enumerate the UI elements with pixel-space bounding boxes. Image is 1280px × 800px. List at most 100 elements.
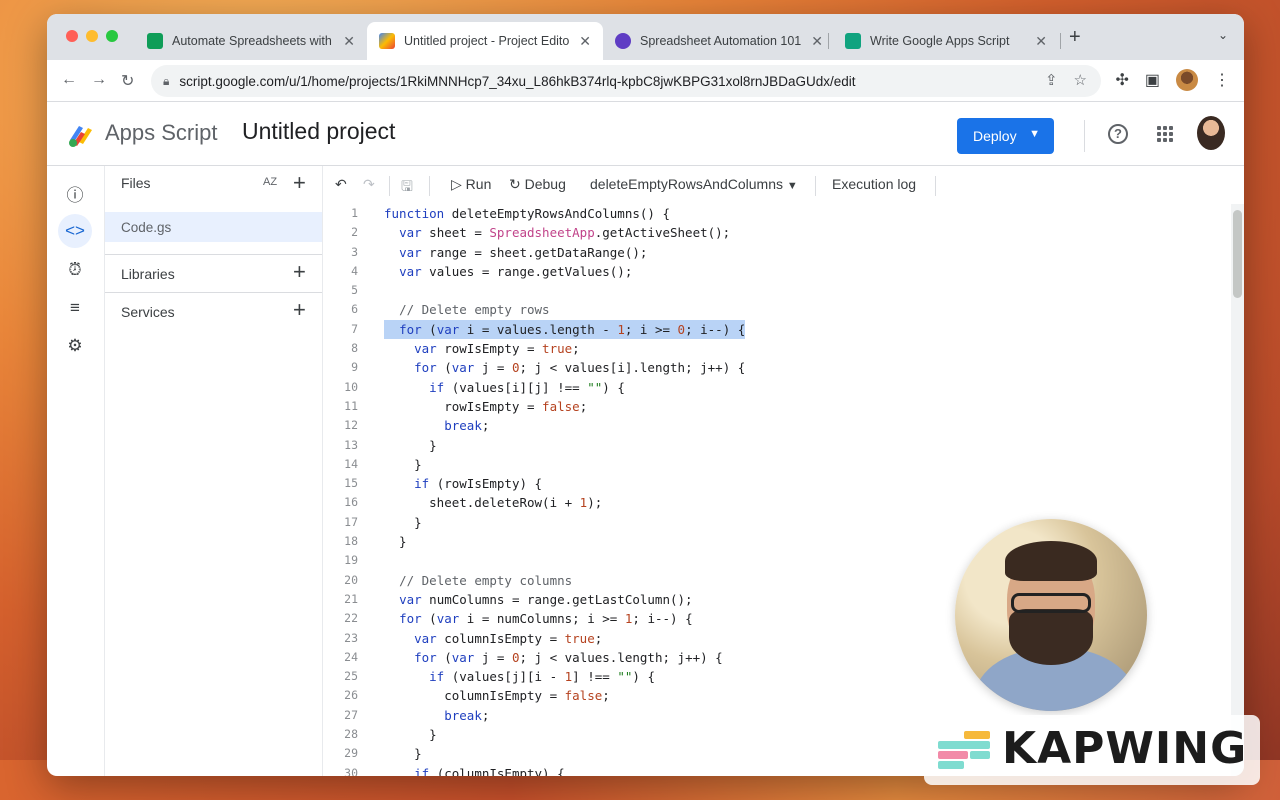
- browser-tab-automate[interactable]: Automate Spreadsheets with C ✕: [135, 22, 367, 60]
- line-number: 5: [351, 283, 358, 298]
- settings-gear-icon[interactable]: ⚙: [58, 329, 92, 363]
- editor-toolbar: ↶ ↷ 🖫︎ ▷ Run ↻ Debug deleteEmptyRowsAndC…: [323, 166, 1244, 204]
- maximize-window-button[interactable]: [106, 30, 118, 42]
- code-text[interactable]: break;: [384, 706, 489, 725]
- triggers-alarm-icon[interactable]: ⏰︎: [58, 253, 92, 287]
- code-line[interactable]: 5: [323, 281, 1231, 300]
- browser-tab-project-editor[interactable]: Untitled project - Project Edito ✕: [367, 22, 603, 60]
- code-line[interactable]: 3 var range = sheet.getDataRange();: [323, 243, 1231, 262]
- code-text[interactable]: var range = sheet.getDataRange();: [384, 243, 647, 262]
- add-library-icon[interactable]: +: [293, 259, 306, 285]
- code-line[interactable]: 14 }: [323, 455, 1231, 474]
- undo-icon[interactable]: ↶: [335, 176, 347, 193]
- close-tab-icon[interactable]: ✕: [343, 33, 355, 50]
- code-text[interactable]: }: [384, 744, 422, 763]
- code-line[interactable]: 13 }: [323, 436, 1231, 455]
- line-number: 19: [344, 553, 358, 568]
- code-text[interactable]: sheet.deleteRow(i + 1);: [384, 493, 602, 512]
- code-text[interactable]: if (values[i][j] !== "") {: [384, 378, 625, 397]
- extensions-puzzle-icon[interactable]: ✣: [1115, 70, 1128, 90]
- code-text[interactable]: }: [384, 725, 437, 744]
- add-file-icon[interactable]: +: [293, 170, 306, 196]
- user-avatar[interactable]: [1197, 116, 1225, 150]
- code-text[interactable]: // Delete empty columns: [384, 571, 572, 590]
- code-text[interactable]: function deleteEmptyRowsAndColumns() {: [384, 204, 670, 223]
- overview-info-icon[interactable]: ⓘ: [58, 176, 92, 210]
- code-line[interactable]: 10 if (values[i][j] !== "") {: [323, 378, 1231, 397]
- code-line[interactable]: 11 rowIsEmpty = false;: [323, 397, 1231, 416]
- help-icon[interactable]: ?: [1108, 124, 1128, 144]
- forward-arrow-icon[interactable]: →: [91, 71, 107, 89]
- code-text[interactable]: }: [384, 455, 422, 474]
- toolbar-divider: [429, 176, 430, 196]
- code-text[interactable]: // Delete empty rows: [384, 300, 550, 319]
- code-line[interactable]: 7 for (var i = values.length - 1; i >= 0…: [323, 319, 1231, 340]
- url-bar[interactable]: 🔒︎ script.google.com/u/1/home/projects/1…: [151, 65, 1101, 97]
- code-text[interactable]: for (var j = 0; j < values.length; j++) …: [384, 648, 723, 667]
- file-item-code-gs[interactable]: Code.gs: [105, 212, 322, 242]
- browser-tab-spreadsheet-automation[interactable]: Spreadsheet Automation 101 | ✕: [603, 22, 835, 60]
- close-tab-icon[interactable]: ✕: [811, 33, 823, 50]
- executions-list-icon[interactable]: ≡: [58, 291, 92, 325]
- code-line[interactable]: 9 for (var j = 0; j < values[i].length; …: [323, 358, 1231, 377]
- reload-icon[interactable]: ↻: [121, 71, 134, 91]
- libraries-section: Libraries +: [105, 254, 322, 292]
- close-window-button[interactable]: [66, 30, 78, 42]
- editor-code-icon[interactable]: <>: [58, 214, 92, 248]
- code-text[interactable]: }: [384, 532, 407, 551]
- minimize-window-button[interactable]: [86, 30, 98, 42]
- new-tab-icon[interactable]: +: [1069, 26, 1081, 49]
- profile-avatar[interactable]: [1176, 69, 1198, 91]
- code-line[interactable]: 8 var rowIsEmpty = true;: [323, 339, 1231, 358]
- code-text[interactable]: var columnIsEmpty = true;: [384, 629, 602, 648]
- code-text[interactable]: }: [384, 513, 422, 532]
- redo-icon[interactable]: ↷: [363, 176, 375, 193]
- tab-search-chevron-icon[interactable]: ⌄: [1218, 28, 1228, 42]
- add-service-icon[interactable]: +: [293, 297, 306, 323]
- function-select-dropdown[interactable]: deleteEmptyRowsAndColumns ▼: [590, 176, 798, 192]
- debug-button[interactable]: ↻ Debug: [509, 176, 566, 193]
- close-tab-icon[interactable]: ✕: [1035, 33, 1047, 50]
- code-text[interactable]: var rowIsEmpty = true;: [384, 339, 580, 358]
- code-text[interactable]: for (var i = numColumns; i >= 1; i--) {: [384, 609, 693, 628]
- code-text[interactable]: for (var j = 0; j < values[i].length; j+…: [384, 358, 745, 377]
- code-text[interactable]: if (values[j][i - 1] !== "") {: [384, 667, 655, 686]
- code-line[interactable]: 1 function deleteEmptyRowsAndColumns() {: [323, 204, 1231, 223]
- save-icon[interactable]: 🖫︎: [401, 176, 413, 200]
- code-line[interactable]: 15 if (rowIsEmpty) {: [323, 474, 1231, 493]
- deploy-button[interactable]: Deploy ▼: [957, 118, 1054, 154]
- code-line[interactable]: 6 // Delete empty rows: [323, 300, 1231, 319]
- bookmark-star-icon[interactable]: ☆: [1074, 71, 1087, 89]
- code-text[interactable]: break;: [384, 416, 489, 435]
- code-line[interactable]: 12 break;: [323, 416, 1231, 435]
- code-line[interactable]: 2 var sheet = SpreadsheetApp.getActiveSh…: [323, 223, 1231, 242]
- back-arrow-icon[interactable]: ←: [61, 71, 77, 89]
- code-text[interactable]: for (var i = values.length - 1; i >= 0; …: [384, 319, 746, 340]
- sort-az-icon[interactable]: AZ: [263, 176, 277, 188]
- editor-scrollbar[interactable]: [1231, 204, 1244, 776]
- lock-icon[interactable]: 🔒︎: [163, 74, 169, 89]
- line-number: 29: [344, 746, 358, 761]
- side-panel-icon[interactable]: ▣: [1145, 70, 1160, 90]
- run-button[interactable]: ▷ Run: [451, 176, 491, 193]
- chatgpt-favicon-icon: [845, 33, 861, 49]
- code-text[interactable]: var values = range.getValues();: [384, 262, 632, 281]
- code-text[interactable]: var numColumns = range.getLastColumn();: [384, 590, 693, 609]
- google-apps-grid-icon[interactable]: [1157, 126, 1173, 142]
- scrollbar-thumb[interactable]: [1233, 210, 1242, 298]
- close-tab-icon[interactable]: ✕: [579, 33, 591, 50]
- project-title[interactable]: Untitled project: [242, 118, 395, 145]
- code-line[interactable]: 4 var values = range.getValues();: [323, 262, 1231, 281]
- share-icon[interactable]: ⇪: [1045, 71, 1058, 89]
- code-line[interactable]: 16 sheet.deleteRow(i + 1);: [323, 493, 1231, 512]
- code-text[interactable]: rowIsEmpty = false;: [384, 397, 587, 416]
- code-text[interactable]: var sheet = SpreadsheetApp.getActiveShee…: [384, 223, 730, 242]
- browser-menu-icon[interactable]: ⋮: [1214, 70, 1230, 90]
- code-text[interactable]: columnIsEmpty = false;: [384, 686, 610, 705]
- code-text[interactable]: if (columnIsEmpty) {: [384, 764, 565, 776]
- code-text[interactable]: }: [384, 436, 437, 455]
- execution-log-button[interactable]: Execution log: [832, 176, 916, 192]
- browser-tab-write-apps-script[interactable]: Write Google Apps Script ✕: [833, 22, 1059, 60]
- code-text[interactable]: if (rowIsEmpty) {: [384, 474, 542, 493]
- tab-divider: [828, 33, 829, 49]
